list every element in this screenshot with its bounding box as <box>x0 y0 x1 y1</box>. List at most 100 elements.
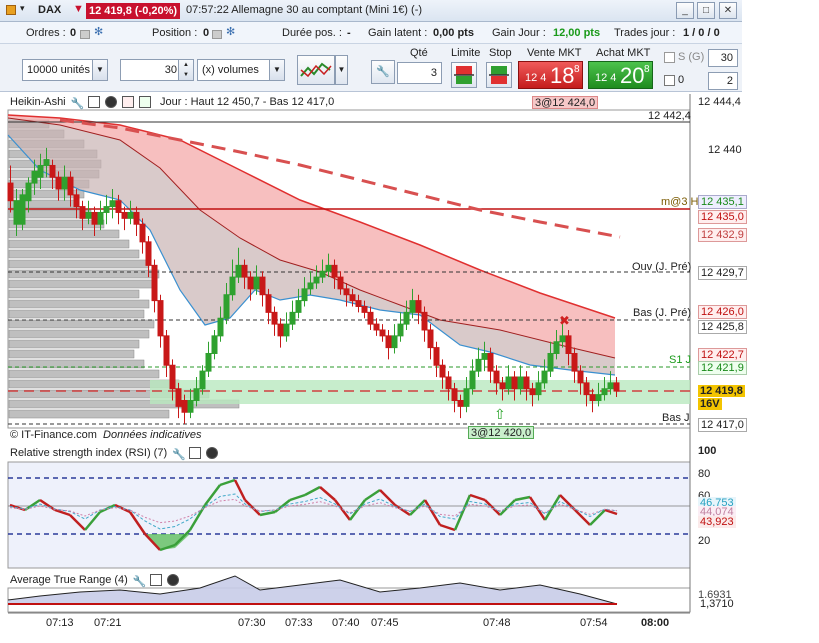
candle-body <box>463 388 470 407</box>
orders-label: Ordres : <box>26 27 66 39</box>
axis-label: 12 432,9 <box>698 228 747 242</box>
zero-checkbox[interactable] <box>664 75 675 86</box>
stop-order-button[interactable] <box>486 62 512 88</box>
candle-body <box>505 376 512 390</box>
candle-body <box>163 335 170 366</box>
candle-body <box>19 194 26 225</box>
candle-body <box>379 329 386 337</box>
buy-market-button[interactable]: 12 4 20 8 <box>588 61 653 89</box>
strategy-dropdown-button[interactable]: ▼ <box>335 55 348 85</box>
buy-price-big: 20 <box>620 63 645 88</box>
buy-price-small: 12 4 <box>595 72 617 84</box>
menu-icon[interactable] <box>6 5 16 15</box>
candle-body <box>607 382 614 390</box>
candle-body <box>13 200 20 225</box>
orders-clear-icon[interactable] <box>80 28 90 40</box>
candle-body <box>421 311 428 331</box>
spinner-icon[interactable]: ▲ ▼ <box>178 60 193 80</box>
candle-body <box>241 264 248 278</box>
limit-order-icon <box>454 66 474 84</box>
candle-body <box>181 399 188 413</box>
candle-body <box>439 364 446 378</box>
credit-note: Données indicatives <box>103 429 202 441</box>
sell-price-small: 12 4 <box>525 72 547 84</box>
time-label: 07:48 <box>483 617 511 629</box>
candle-body <box>235 264 242 278</box>
close-button[interactable]: ✕ <box>719 2 737 19</box>
settings-icon[interactable]: 🔧 <box>133 574 147 588</box>
units-select-value: 10000 unités <box>27 64 90 76</box>
limit-order-button[interactable] <box>451 62 477 88</box>
level-label-s1: S1 J <box>669 354 692 366</box>
close-pane-icon[interactable] <box>167 574 179 587</box>
candle-body <box>37 164 44 178</box>
order-tag-top[interactable]: 3@12 424,0 <box>532 96 599 109</box>
stop-order-icon <box>489 66 509 84</box>
buy-price-sup: 8 <box>644 64 650 75</box>
time-label: 07:30 <box>238 617 266 629</box>
chevron-down-icon[interactable]: ▾ <box>20 3 25 14</box>
time-label: 07:13 <box>46 617 74 629</box>
axis-label: 12 425,8 <box>698 320 747 334</box>
candle-body <box>457 399 464 407</box>
position-clear-icon[interactable] <box>212 28 222 40</box>
trades-label: Trades jour : <box>614 27 676 39</box>
gain-jour-value: 12,00 pts <box>553 27 601 39</box>
sell-marker-icon: ✖ <box>559 313 570 328</box>
level-label-bas-j: Bas J <box>662 412 690 424</box>
volume-profile-bar <box>8 259 150 269</box>
volume-select[interactable]: (x) volumes ▼ <box>197 59 285 81</box>
candle-body <box>73 194 80 208</box>
candle-body <box>151 264 158 302</box>
sell-market-button[interactable]: 12 4 18 8 <box>518 61 583 89</box>
candle-body <box>145 241 152 266</box>
wrench-icon: 🔧 <box>376 66 390 78</box>
sg-checkbox[interactable] <box>664 52 675 63</box>
candle-body <box>559 335 566 343</box>
order-tag-bottom[interactable]: 3@12 420,0 <box>468 426 535 439</box>
candle-body <box>61 176 68 190</box>
volume-profile-bar <box>8 279 155 289</box>
minimize-button[interactable]: _ <box>676 2 694 19</box>
candle-body <box>139 223 146 243</box>
maximize-pane-icon[interactable] <box>189 447 202 460</box>
candle-body <box>91 211 98 225</box>
volume-select-value: (x) volumes <box>202 64 259 76</box>
volume-profile-bar <box>8 349 135 359</box>
orders-settings-icon[interactable]: ✻ <box>94 25 103 38</box>
candle-body <box>175 388 182 407</box>
limite-label: Limite <box>451 47 481 59</box>
time-label: 07:45 <box>371 617 399 629</box>
strategy-chart-button[interactable] <box>297 55 335 85</box>
candle-body <box>307 282 314 290</box>
maximize-button[interactable]: □ <box>697 2 715 19</box>
close-pane-icon[interactable] <box>206 447 219 460</box>
tools-button[interactable]: 🔧 <box>371 60 395 84</box>
units-select[interactable]: 10000 unités ▼ <box>22 59 108 81</box>
candle-body <box>229 276 236 296</box>
orders-value: 0 <box>70 27 77 39</box>
maximize-pane-icon[interactable] <box>149 574 162 587</box>
candle-body <box>85 211 92 219</box>
candle-body <box>403 311 410 325</box>
sg-input[interactable]: 30 <box>708 49 738 67</box>
price-chart[interactable]: ✖⇧ <box>0 92 819 643</box>
title-bar: ▾ DAX ▼ 12 419,8 (-0,20%) 07:57:22 Allem… <box>0 0 742 22</box>
candle-body <box>433 347 440 366</box>
qte-input[interactable]: 3 <box>397 62 442 84</box>
candle-body <box>547 352 554 372</box>
quantity-input[interactable]: 30 ▲ ▼ <box>120 59 194 81</box>
rsi-axis-label: 20 <box>698 535 711 547</box>
atr-pane-title: Average True Range (4) <box>10 574 128 586</box>
candle-body <box>325 264 332 272</box>
time-label: 07:54 <box>580 617 608 629</box>
settings-icon[interactable]: 🔧 <box>172 447 186 461</box>
candle-body <box>613 382 620 392</box>
candle-body <box>301 288 308 302</box>
candle-body <box>355 300 362 307</box>
zero-input[interactable]: 2 <box>708 72 738 90</box>
position-settings-icon[interactable]: ✻ <box>226 25 235 38</box>
right-gap <box>742 0 819 92</box>
candle-body <box>343 288 350 296</box>
candle-body <box>43 159 50 166</box>
